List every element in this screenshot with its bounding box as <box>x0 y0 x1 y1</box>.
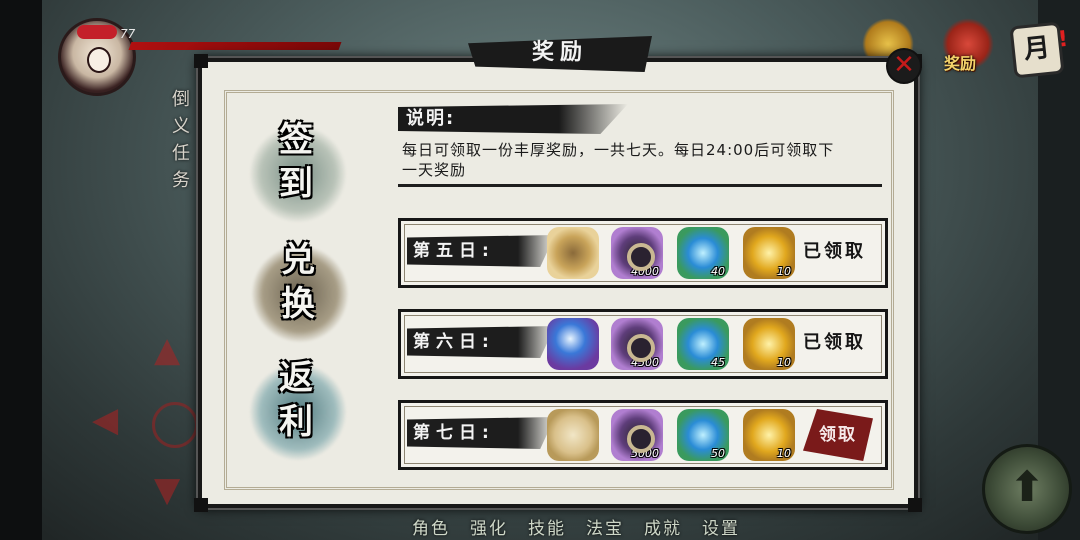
description-heading: 说明: <box>406 108 456 129</box>
item-quantity: 10 <box>777 356 791 369</box>
list-scroll-edge <box>398 184 882 187</box>
coin-icon[interactable]: 4500 <box>611 318 663 370</box>
claimed-status: 已领取 <box>803 332 866 353</box>
arrow-down-icon[interactable]: ▼ <box>154 470 180 510</box>
dpad-center-ring <box>152 402 198 448</box>
player-face <box>87 47 111 73</box>
blue-flame-icon[interactable]: 50 <box>677 409 729 461</box>
arrow-left-icon[interactable]: ◀ <box>92 400 118 440</box>
gold-ingot-icon[interactable]: 10 <box>743 318 795 370</box>
up-arrow-icon: ⬆ <box>1009 462 1045 511</box>
blue-flame-icon[interactable]: 40 <box>677 227 729 279</box>
menu-treasure[interactable]: 法宝 <box>586 514 624 539</box>
item-quantity: 10 <box>777 265 791 278</box>
bottom-menu: 角色 强化 技能 法宝 成就 设置 <box>412 514 740 539</box>
blue-flame-icon[interactable]: 45 <box>677 318 729 370</box>
item-quantity: 4000 <box>631 265 659 278</box>
arrow-up-icon[interactable]: ▲ <box>154 330 180 370</box>
day-label: 第五日: <box>413 241 495 261</box>
item-quantity: 40 <box>711 265 725 278</box>
day-label: 第六日: <box>413 332 495 352</box>
panel-corner <box>908 498 922 512</box>
close-button[interactable]: ✕ <box>886 48 922 84</box>
day-label: 第七日: <box>413 423 495 443</box>
gold-ingot-icon[interactable]: 10 <box>743 227 795 279</box>
reward-row-day6: 第六日: 4500 45 10 已领取 <box>398 309 888 379</box>
blue-orb-icon[interactable] <box>547 318 599 370</box>
close-icon: ✕ <box>893 50 915 80</box>
item-quantity: 4500 <box>631 356 659 369</box>
menu-achievements[interactable]: 成就 <box>644 514 682 539</box>
item-quantity: 5000 <box>631 447 659 460</box>
claim-button[interactable]: 领取 <box>803 409 873 461</box>
tab-rebate[interactable]: 返利 <box>236 356 356 466</box>
item-quantity: 45 <box>711 356 725 369</box>
panel-title: 奖励 <box>531 40 588 65</box>
jump-button[interactable]: ⬆ <box>982 444 1072 534</box>
menu-skills[interactable]: 技能 <box>528 514 566 539</box>
reward-row-day7: 第七日: 5000 50 10 领取 <box>398 400 888 470</box>
gold-ingot-icon[interactable]: 10 <box>743 409 795 461</box>
item-quantity: 10 <box>777 447 791 460</box>
menu-settings[interactable]: 设置 <box>702 514 740 539</box>
monthly-card-button[interactable]: 月 ! <box>1009 21 1069 79</box>
rewards-icon-label: 奖励 <box>944 54 977 73</box>
menu-character[interactable]: 角色 <box>412 514 450 539</box>
tab-sign-in[interactable]: 签到 <box>236 118 356 228</box>
menu-enhance[interactable]: 强化 <box>470 514 508 539</box>
player-level: 77 <box>120 27 136 41</box>
tab-redeem[interactable]: 兑换 <box>238 238 358 348</box>
scroll-book-icon[interactable] <box>547 409 599 461</box>
tab-sign-in-label: 签到 <box>279 120 313 204</box>
reward-row-day5: 第五日: 4000 40 10 已领取 <box>398 218 888 288</box>
coin-icon[interactable]: 4000 <box>611 227 663 279</box>
tab-rebate-label: 返利 <box>279 358 313 442</box>
panel-corner <box>194 498 208 512</box>
panel-corner <box>194 54 208 68</box>
claimed-status: 已领取 <box>803 241 866 262</box>
item-quantity: 50 <box>711 447 725 460</box>
description-text: 每日可领取一份丰厚奖励，一共七天。每日24:00后可领取下一天奖励 <box>402 141 835 179</box>
health-bar <box>128 42 342 50</box>
tab-redeem-label: 兑换 <box>281 240 315 324</box>
monthly-card-label: 月 <box>1022 32 1052 66</box>
bag-icon[interactable] <box>547 227 599 279</box>
coin-icon[interactable]: 5000 <box>611 409 663 461</box>
quest-side-text: 倒 义 任 务 <box>172 89 190 191</box>
red-bow-icon <box>77 25 117 39</box>
